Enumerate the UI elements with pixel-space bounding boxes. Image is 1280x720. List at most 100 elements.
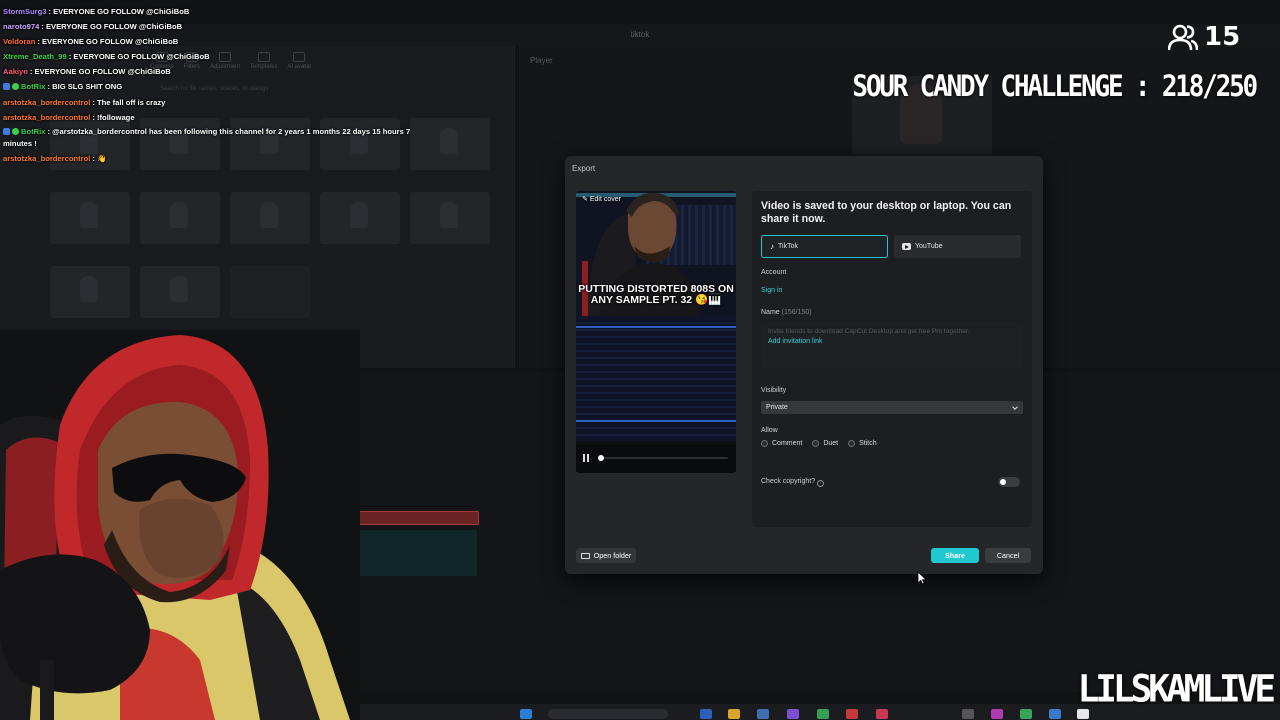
visibility-label: Visibility	[761, 387, 787, 394]
chat-message: arstotzka_bordercontrol: The fall off is…	[3, 95, 413, 110]
checkbox-icon	[848, 440, 856, 447]
app-icon[interactable]	[876, 709, 888, 719]
chat-text: BIG SLG SHIT ONG	[52, 82, 123, 92]
dialog-title: Export	[572, 164, 596, 173]
app-icon[interactable]	[817, 709, 829, 719]
media-clip[interactable]	[410, 118, 490, 170]
allow-stitch-checkbox[interactable]: Stitch	[848, 440, 877, 447]
name-label-text: Name	[761, 309, 780, 316]
windows-start-icon[interactable]	[520, 709, 532, 719]
chat-message: naroto974: EVERYONE GO FOLLOW @ChiGiBoB	[3, 19, 413, 34]
verified-badge-icon	[12, 127, 19, 135]
toggle-knob	[1000, 479, 1006, 485]
folder-icon	[580, 552, 590, 559]
chat-username: arstotzka_bordercontrol	[3, 112, 91, 122]
chat-username: StormSurg3	[3, 7, 47, 16]
chat-message: Aakiyo: EVERYONE GO FOLLOW @ChiGiBoB	[3, 64, 413, 79]
app-icon[interactable]	[962, 709, 974, 719]
clip-thumbnail	[350, 202, 368, 228]
allow-options: Comment Duet Stitch	[761, 440, 877, 447]
chat-username: BotRix	[21, 82, 46, 92]
chat-text: The fall off is crazy	[97, 97, 166, 107]
chat-message: BotRix: @arstotzka_bordercontrol has bee…	[3, 125, 413, 151]
name-textarea[interactable]: Invite friends to download CapCut Deskto…	[761, 322, 1023, 368]
chat-username: Aakiyo	[3, 67, 28, 77]
clip-thumbnail	[80, 202, 98, 228]
chat-username: Voldoran	[3, 37, 36, 47]
app-icon[interactable]	[846, 709, 858, 719]
sign-in-link[interactable]: Sign in	[761, 287, 782, 294]
edge-icon[interactable]	[700, 709, 712, 719]
cover-bottom-frame	[576, 316, 736, 441]
chat-message: arstotzka_bordercontrol: 👋	[3, 151, 413, 166]
chat-message: arstotzka_bordercontrol: !followage	[3, 110, 413, 125]
name-text: Invite friends to download CapCut Deskto…	[768, 328, 970, 335]
clip-thumbnail	[170, 202, 188, 228]
player-label: Player	[530, 56, 553, 65]
file-explorer-icon[interactable]	[728, 709, 740, 719]
streamer-webcam	[0, 330, 360, 720]
copyright-toggle[interactable]	[998, 477, 1020, 487]
tiktok-icon: ♪	[770, 242, 774, 251]
chat-username: naroto974	[3, 22, 40, 32]
cover-preview[interactable]: ✎ Edit cover PUTTING DISTORTED 808S ON AN…	[576, 191, 736, 473]
name-char-count: (156/150)	[781, 309, 812, 316]
media-clip[interactable]	[50, 266, 130, 318]
app-icon[interactable]	[991, 709, 1003, 719]
allow-duet-checkbox[interactable]: Duet	[812, 440, 838, 447]
app-icon[interactable]	[1020, 709, 1032, 719]
copyright-label: Check copyright??	[761, 478, 825, 487]
chat-text: EVERYONE GO FOLLOW @ChiGiBoB	[53, 7, 190, 16]
chat-text: EVERYONE GO FOLLOW @ChiGiBoB	[34, 67, 171, 77]
youtube-icon	[902, 243, 911, 250]
viewer-count-widget: 15	[1168, 22, 1240, 52]
clip-thumbnail	[440, 202, 458, 228]
app-icon[interactable]	[1049, 709, 1061, 719]
scrubber-handle[interactable]	[598, 455, 604, 461]
chat-message: Xtreme_Death_99: EVERYONE GO FOLLOW @Chi…	[3, 49, 413, 64]
platform-youtube-tab[interactable]: YouTube	[894, 235, 1021, 258]
allow-comment-checkbox[interactable]: Comment	[761, 440, 802, 447]
help-icon[interactable]: ?	[817, 480, 825, 487]
cancel-button[interactable]: Cancel	[985, 548, 1031, 563]
media-clip[interactable]	[230, 192, 310, 244]
chat-message: BotRix: BIG SLG SHIT ONG	[3, 79, 413, 94]
clip-thumbnail	[260, 202, 278, 228]
media-clip[interactable]	[320, 192, 400, 244]
open-folder-button[interactable]: Open folder	[576, 548, 636, 563]
checkbox-icon	[812, 440, 820, 447]
daw-rows	[576, 320, 736, 436]
account-label: Account	[761, 269, 787, 276]
app-icon[interactable]	[787, 709, 799, 719]
challenge-counter: SOUR CANDY CHALLENGE : 218/250	[852, 70, 1258, 104]
chat-text: 👋	[97, 153, 107, 163]
chat-message: Voldoran: EVERYONE GO FOLLOW @ChiGiBoB	[3, 34, 413, 49]
add-invitation-link[interactable]: Add invitation link	[768, 338, 822, 345]
pencil-icon: ✎	[582, 196, 588, 203]
playback-scrubber[interactable]	[598, 457, 728, 459]
chat-overlay: StormSurg3: EVERYONE GO FOLLOW @ChiGiBoB…	[3, 4, 413, 166]
edit-cover-button[interactable]: ✎ Edit cover	[582, 195, 621, 204]
chat-username: arstotzka_bordercontrol	[3, 97, 91, 107]
clip-thumbnail	[170, 276, 188, 302]
media-clip[interactable]	[410, 192, 490, 244]
store-icon[interactable]	[757, 709, 769, 719]
checkbox-label: Duet	[823, 440, 839, 447]
platform-tiktok-tab[interactable]: ♪ TikTok	[761, 235, 888, 258]
share-panel: Video is saved to your desktop or laptop…	[752, 191, 1032, 527]
media-clip[interactable]	[140, 266, 220, 318]
media-clip[interactable]	[50, 192, 130, 244]
checkbox-icon	[761, 440, 768, 447]
clip-thumbnail	[80, 276, 98, 302]
visibility-select[interactable]: Private	[761, 401, 1023, 414]
pause-icon[interactable]	[582, 454, 590, 462]
taskbar-search-input[interactable]	[548, 709, 668, 719]
media-clip[interactable]	[140, 192, 220, 244]
share-button[interactable]: Share	[931, 548, 979, 563]
chat-text: EVERYONE GO FOLLOW @ChiGiBoB	[45, 22, 183, 32]
edit-cover-label: Edit cover	[589, 195, 621, 203]
chat-username: Xtreme_Death_99	[3, 52, 67, 62]
chat-username: arstotzka_bordercontrol	[3, 153, 91, 163]
cover-playback-controls	[576, 445, 736, 473]
media-clip-placeholder	[230, 266, 310, 318]
